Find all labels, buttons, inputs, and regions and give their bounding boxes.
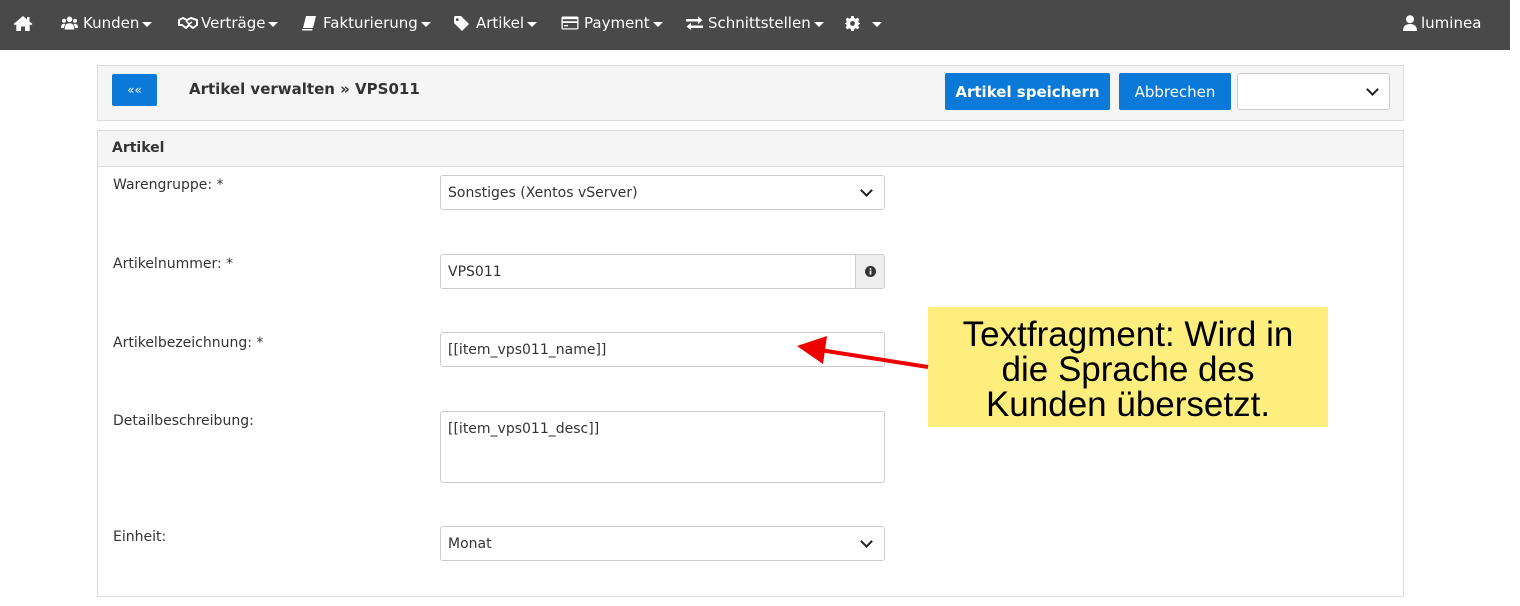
caret-down-icon [872, 21, 882, 27]
annotation-line-1: Textfragment: Wird in [962, 315, 1294, 354]
artikelbezeichnung-label: Artikelbezeichnung: * [113, 335, 264, 351]
nav-fakturierung-label: Fakturierung [323, 14, 418, 32]
top-navbar: Kunden Verträge Fakturierung Artikel Pay [0, 0, 1510, 50]
caret-down-icon [813, 21, 824, 27]
article-panel-title: Artikel [112, 140, 165, 156]
info-circle-icon [864, 266, 876, 277]
cancel-button[interactable]: Abbrechen [1119, 73, 1231, 110]
artikelbezeichnung-value: [[item_vps011_name]] [448, 342, 607, 358]
detailbeschreibung-value: [[item_vps011_desc]] [448, 421, 600, 437]
nav-fakturierung[interactable]: Fakturierung [302, 0, 431, 46]
book-icon [302, 15, 316, 30]
artikelbezeichnung-input[interactable]: [[item_vps011_name]] [440, 332, 885, 367]
annotation-callout: Textfragment: Wird in die Sprache des Ku… [928, 307, 1328, 427]
nav-settings[interactable] [845, 0, 882, 46]
home-icon [13, 15, 33, 31]
tags-icon [454, 15, 469, 31]
nav-user[interactable]: luminea [1403, 0, 1481, 46]
save-article-button[interactable]: Artikel speichern [945, 73, 1110, 110]
chevron-down-icon [860, 535, 873, 548]
nav-artikel-label: Artikel [476, 14, 525, 32]
header-action-select[interactable] [1237, 73, 1390, 110]
caret-down-icon [268, 21, 279, 27]
article-panel-header: Artikel [98, 131, 1403, 167]
annotation-line-3: Kunden übersetzt. [985, 385, 1271, 424]
nav-artikel[interactable]: Artikel [454, 0, 538, 46]
detailbeschreibung-textarea[interactable]: [[item_vps011_desc]] [440, 411, 885, 483]
header-panel: «« Artikel verwalten » VPS011 Artikel sp… [97, 65, 1404, 121]
einheit-label: Einheit: [113, 529, 167, 545]
users-icon [61, 16, 78, 30]
artikelnummer-input[interactable]: VPS011 [440, 254, 856, 289]
einheit-select[interactable]: Monat [440, 526, 885, 561]
caret-down-icon [652, 21, 663, 27]
nav-payment[interactable]: Payment [561, 0, 663, 46]
nav-kunden-label: Kunden [83, 14, 140, 32]
annotation-line-2: die Sprache des [1001, 350, 1255, 389]
warengruppe-label: Warengruppe: * [113, 177, 224, 193]
chevron-down-icon [1366, 83, 1379, 96]
nav-kunden[interactable]: Kunden [61, 0, 153, 46]
nav-schnittstellen[interactable]: Schnittstellen [686, 0, 824, 46]
handshake-icon [178, 17, 198, 29]
nav-vertraege-label: Verträge [201, 14, 266, 32]
chevron-down-icon [860, 184, 873, 197]
warengruppe-select[interactable]: Sonstiges (Xentos vServer) [440, 175, 885, 210]
nav-vertraege[interactable]: Verträge [178, 0, 279, 46]
caret-down-icon [420, 21, 431, 27]
user-icon [1403, 15, 1417, 31]
credit-card-icon [561, 16, 579, 30]
detailbeschreibung-label: Detailbeschreibung: [113, 413, 254, 429]
nav-schnittstellen-label: Schnittstellen [708, 14, 811, 32]
artikelnummer-value: VPS011 [448, 264, 502, 280]
back-button[interactable]: «« [112, 74, 157, 106]
gear-icon [845, 15, 860, 31]
warengruppe-value: Sonstiges (Xentos vServer) [448, 185, 638, 201]
nav-payment-label: Payment [584, 14, 650, 32]
page-title: Artikel verwalten » VPS011 [189, 80, 420, 98]
nav-user-label: luminea [1421, 14, 1482, 32]
einheit-value: Monat [448, 536, 492, 552]
exchange-icon [686, 16, 703, 30]
nav-home[interactable] [13, 0, 33, 46]
caret-down-icon [527, 21, 538, 27]
artikelnummer-info-button[interactable] [855, 254, 885, 289]
artikelnummer-label: Artikelnummer: * [113, 256, 234, 272]
caret-down-icon [142, 21, 153, 27]
